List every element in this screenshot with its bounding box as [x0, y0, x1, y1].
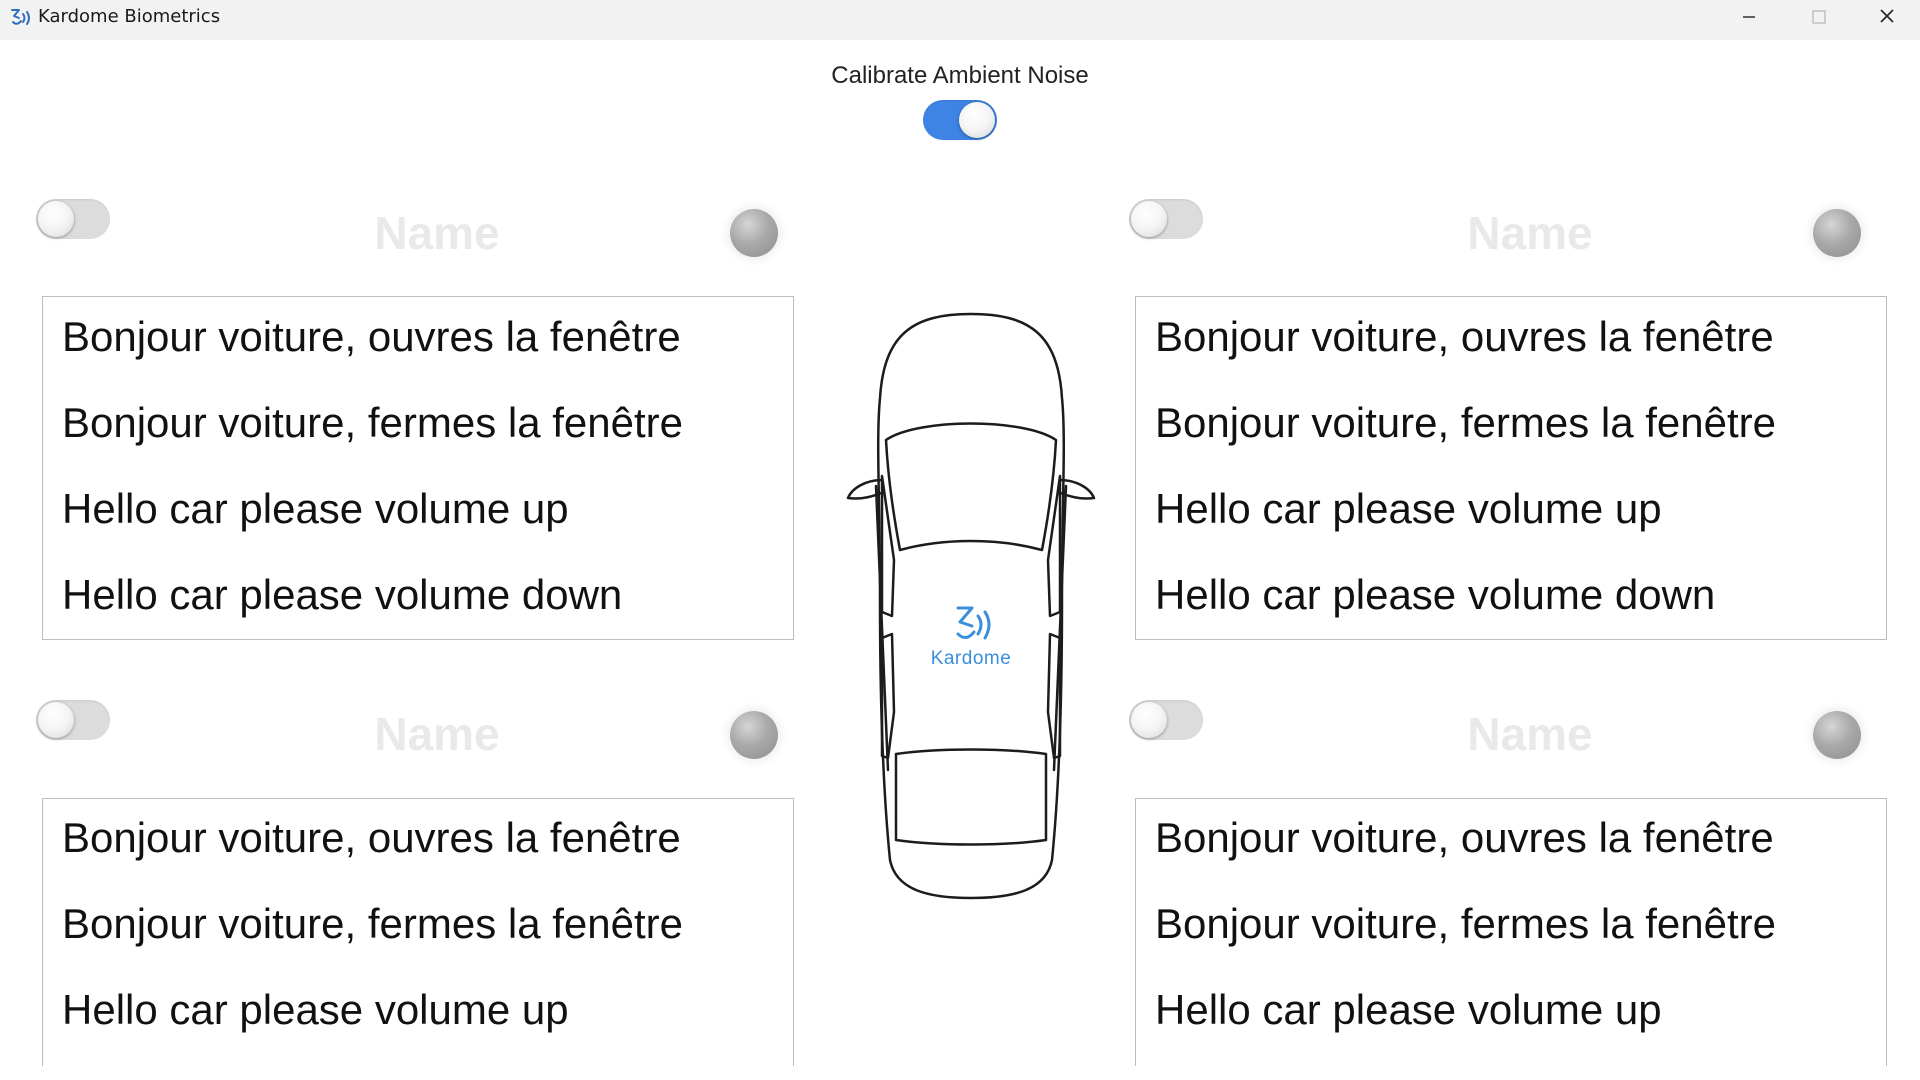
title-bar: Kardome Biometrics	[0, 0, 1920, 40]
speaker-name-rear-right[interactable]: Name	[1405, 707, 1655, 761]
kardome-logo-icon	[956, 606, 991, 640]
seat-toggle-front-left[interactable]	[36, 199, 110, 239]
toggle-knob	[1131, 702, 1167, 738]
seat-toggle-front-right[interactable]	[1129, 199, 1203, 239]
toggle-knob	[38, 702, 74, 738]
status-indicator-rear-left	[730, 711, 778, 759]
kardome-app-icon	[8, 6, 34, 35]
calibrate-ambient-noise-label: Calibrate Ambient Noise	[831, 62, 1089, 89]
calibrate-ambient-noise-toggle[interactable]	[923, 100, 997, 140]
phrase-list-front-right: Bonjour voiture, ouvres la fenêtre Bonjo…	[1135, 296, 1887, 640]
speaker-name-front-right[interactable]: Name	[1405, 206, 1655, 260]
close-icon	[1880, 9, 1894, 23]
minimize-icon	[1743, 16, 1755, 18]
phrase-item: Hello car please volume up	[1155, 485, 1662, 532]
phrase-item: Bonjour voiture, ouvres la fenêtre	[1155, 313, 1774, 360]
phrase-item: Bonjour voiture, fermes la fenêtre	[62, 900, 683, 947]
seat-toggle-rear-right[interactable]	[1129, 700, 1203, 740]
toggle-knob	[38, 201, 74, 237]
close-button[interactable]	[1852, 0, 1920, 34]
phrase-item: Bonjour voiture, fermes la fenêtre	[1155, 399, 1776, 446]
status-indicator-front-right	[1813, 209, 1861, 257]
phrase-item: Bonjour voiture, fermes la fenêtre	[62, 399, 683, 446]
phrase-item: Hello car please volume down	[1155, 571, 1716, 618]
window-title: Kardome Biometrics	[38, 6, 221, 27]
status-indicator-rear-right	[1813, 711, 1861, 759]
phrase-item: Bonjour voiture, ouvres la fenêtre	[62, 814, 681, 861]
toggle-knob	[1131, 201, 1167, 237]
toggle-knob	[959, 102, 995, 138]
phrase-list-rear-right: Bonjour voiture, ouvres la fenêtre Bonjo…	[1135, 798, 1887, 1066]
phrase-item: Hello car please volume down	[62, 571, 623, 618]
phrase-item: Bonjour voiture, ouvres la fenêtre	[62, 313, 681, 360]
status-indicator-front-left	[730, 209, 778, 257]
phrase-item: Hello car please volume up	[62, 986, 569, 1033]
app-window: Kardome Biometrics Calibrate Ambient Noi…	[0, 0, 1920, 1080]
car-body-outline	[876, 312, 1066, 900]
rear-window	[894, 748, 1048, 846]
speaker-name-rear-left[interactable]: Name	[312, 707, 562, 761]
maximize-button[interactable]	[1783, 0, 1853, 34]
minimize-button[interactable]	[1714, 0, 1784, 34]
car-logo-text: Kardome	[930, 648, 1012, 669]
phrase-item: Bonjour voiture, ouvres la fenêtre	[1155, 814, 1774, 861]
phrase-list-rear-left: Bonjour voiture, ouvres la fenêtre Bonjo…	[42, 798, 794, 1066]
maximize-icon	[1812, 10, 1826, 24]
speaker-name-front-left[interactable]: Name	[312, 206, 562, 260]
windshield	[884, 422, 1058, 552]
phrase-item: Hello car please volume up	[62, 485, 569, 532]
phrase-list-front-left: Bonjour voiture, ouvres la fenêtre Bonjo…	[42, 296, 794, 640]
phrase-item: Hello car please volume up	[1155, 986, 1662, 1033]
car-top-view-diagram: Kardome	[828, 300, 1114, 910]
phrase-item: Bonjour voiture, fermes la fenêtre	[1155, 900, 1776, 947]
seat-toggle-rear-left[interactable]	[36, 700, 110, 740]
